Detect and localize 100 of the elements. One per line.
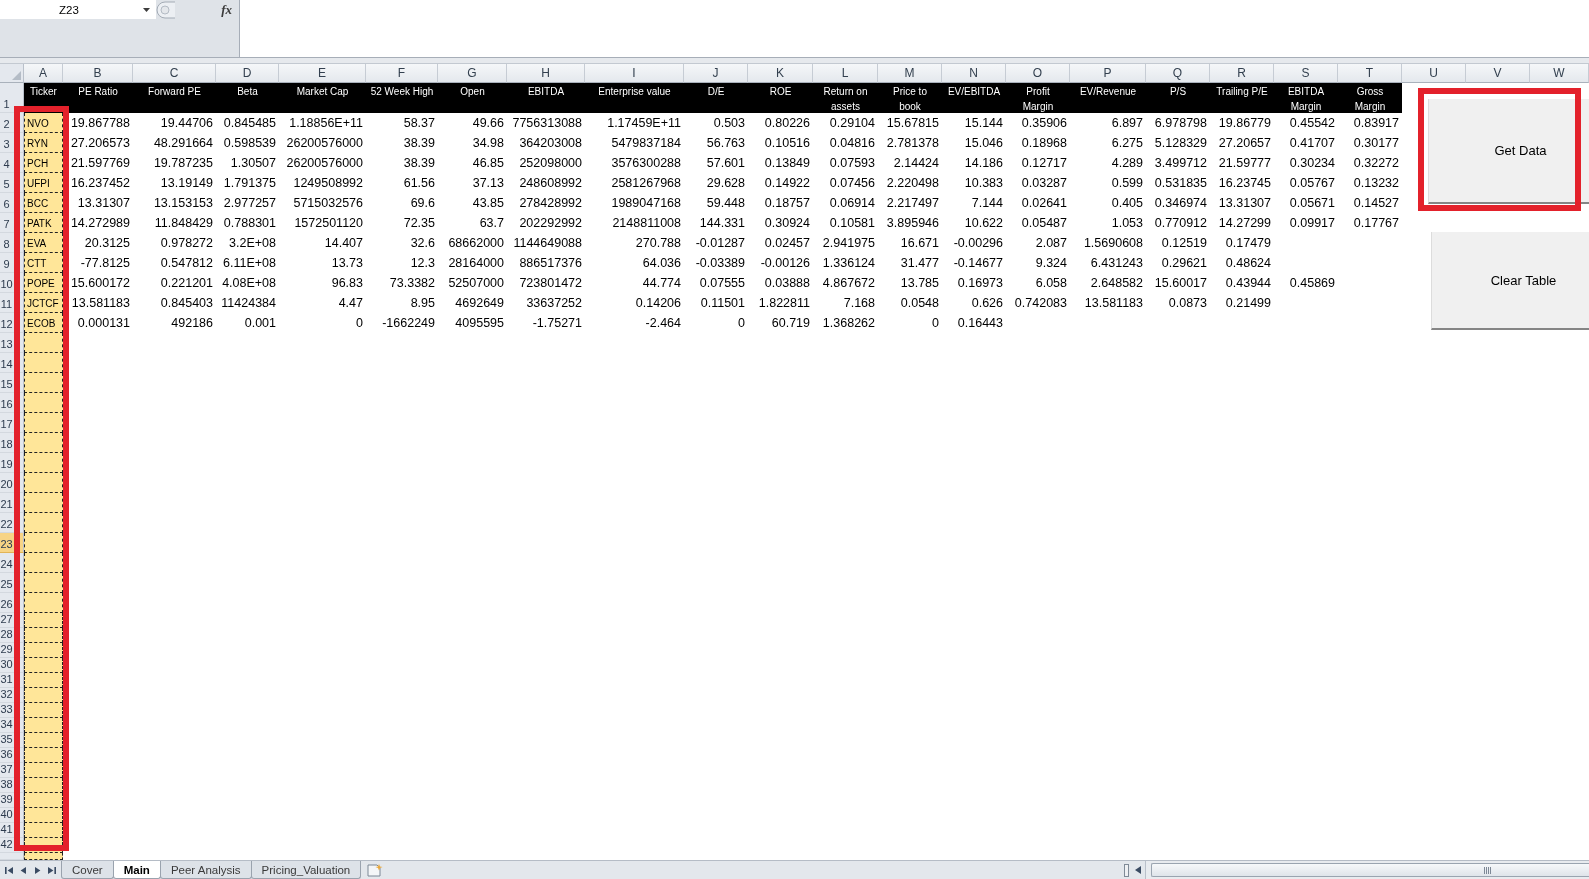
table-cell-text: 28164000: [447, 255, 505, 272]
table-cell: [24, 778, 63, 793]
table-cell-text: 0.13849: [763, 155, 811, 172]
table-cell-text: 6.058: [1034, 275, 1068, 292]
column-header[interactable]: G: [438, 64, 507, 83]
table-cell-text: 6.978798: [1153, 115, 1208, 132]
table-cell-text: 2.217497: [885, 195, 940, 212]
scroll-left-icon[interactable]: [1135, 866, 1141, 874]
table-cell-text: 0.07555: [698, 275, 746, 292]
table-cell: [24, 533, 63, 553]
table-cell-text: 0.80226: [763, 115, 811, 132]
table-cell-text: 64.036: [641, 255, 682, 272]
table-cell-text: 96.83: [330, 275, 364, 292]
table-cell-text: 0.02641: [1020, 195, 1068, 212]
header-cell: EBITDA Margin: [1274, 83, 1338, 113]
grip-icon[interactable]: [156, 0, 176, 19]
formula-input[interactable]: [240, 0, 1589, 57]
caret-icon[interactable]: [143, 8, 150, 12]
table-cell-text: 1.17459E+11: [606, 115, 682, 132]
table-cell-text: 492186: [170, 315, 214, 332]
table-cell-text: 0.14206: [634, 295, 682, 312]
column-header[interactable]: V: [1466, 64, 1530, 83]
table-cell: UFPI: [24, 173, 63, 193]
table-cell-text: 14.272989: [69, 215, 131, 232]
table-cell-text: 15.60017: [1153, 275, 1208, 292]
column-header[interactable]: Q: [1146, 64, 1210, 83]
row-header[interactable]: 1: [0, 83, 24, 113]
table-cell-text: 0.12717: [1020, 155, 1068, 172]
macro-button[interactable]: Get Data: [1428, 99, 1589, 204]
table-cell-text: 73.3382: [388, 275, 436, 292]
table-cell-text: 10.383: [963, 175, 1004, 192]
insert-function-button[interactable]: fx: [221, 2, 232, 17]
column-header[interactable]: I: [585, 64, 684, 83]
table-cell-text: 69.6: [409, 195, 436, 212]
table-cell: [24, 453, 63, 473]
name-box[interactable]: Z23: [0, 0, 156, 19]
table-cell-text: 9.324: [1034, 255, 1068, 272]
column-header[interactable]: A: [24, 64, 63, 83]
select-all-button[interactable]: [0, 64, 24, 83]
table-cell-text: -0.14677: [952, 255, 1004, 272]
skip-left-icon[interactable]: [5, 865, 14, 875]
column-header[interactable]: D: [216, 64, 279, 83]
table-cell-text: 29.628: [705, 175, 746, 192]
table-cell-text: 57.601: [705, 155, 746, 172]
table-cell-text: 16.671: [899, 235, 940, 252]
sheet-tab[interactable]: Pricing_Valuation: [250, 861, 362, 879]
column-header[interactable]: M: [878, 64, 942, 83]
column-header[interactable]: J: [684, 64, 748, 83]
table-cell-text: 16.23745: [1217, 175, 1272, 192]
table-cell-text: 0.30177: [1352, 135, 1400, 152]
table-cell-text: 68662000: [447, 235, 505, 252]
table-cell-text: 0: [737, 315, 746, 332]
table-cell: [24, 413, 63, 433]
column-header[interactable]: R: [1210, 64, 1274, 83]
column-header[interactable]: E: [279, 64, 366, 83]
column-header[interactable]: U: [1402, 64, 1466, 83]
column-header[interactable]: H: [507, 64, 585, 83]
triangle-right-icon[interactable]: [33, 865, 42, 875]
column-header[interactable]: N: [942, 64, 1006, 83]
column-header[interactable]: O: [1006, 64, 1070, 83]
table-cell-text: 60.719: [770, 315, 811, 332]
table-cell-text: -0.00296: [952, 235, 1004, 252]
table-cell-text: 0.17767: [1352, 215, 1400, 232]
table-cell-text: 0.48624: [1224, 255, 1272, 272]
column-header[interactable]: B: [63, 64, 133, 83]
table-cell-text: 0.10581: [828, 215, 876, 232]
table-cell-text: 0.13232: [1352, 175, 1400, 192]
sheet-tab[interactable]: Main: [112, 861, 161, 879]
table-cell-text: 13.581183: [70, 295, 131, 312]
column-header[interactable]: C: [133, 64, 216, 83]
macro-button[interactable]: Clear Table: [1431, 232, 1589, 330]
table-cell-text: 2.087: [1034, 235, 1068, 252]
table-cell-text: 0.41707: [1288, 135, 1336, 152]
table-cell-text: 0.0873: [1167, 295, 1208, 312]
column-header[interactable]: P: [1070, 64, 1146, 83]
skip-right-icon[interactable]: [47, 865, 56, 875]
sheet-tab[interactable]: Cover: [61, 861, 114, 879]
column-header[interactable]: W: [1530, 64, 1589, 83]
table-cell-text: 0.503: [712, 115, 746, 132]
column-header[interactable]: T: [1338, 64, 1402, 83]
column-header[interactable]: K: [748, 64, 813, 83]
table-cell: [24, 793, 63, 808]
table-cell-text: 0: [355, 315, 364, 332]
table-cell-text: 14.27299: [1217, 215, 1272, 232]
scrollbar-thumb[interactable]: [1151, 863, 1589, 877]
table-cell-text: 1572501120: [293, 215, 364, 232]
table-cell-text: 5715032576: [292, 195, 364, 212]
table-cell-text: 59.448: [705, 195, 746, 212]
triangle-left-icon[interactable]: [19, 865, 28, 875]
column-header[interactable]: F: [366, 64, 438, 83]
table-cell-text: 6.11E+08: [222, 255, 277, 272]
table-cell-text: 0.626: [970, 295, 1004, 312]
table-cell-text: 1.791375: [222, 175, 277, 192]
split-handle[interactable]: [1124, 863, 1129, 877]
table-cell-text: 11.848429: [153, 215, 214, 232]
table-cell-text: 2.941975: [821, 235, 876, 252]
column-header[interactable]: L: [813, 64, 878, 83]
sheet-tab[interactable]: Peer Analysis: [159, 861, 252, 879]
column-header[interactable]: S: [1274, 64, 1338, 83]
table-cell-text: 3.2E+08: [228, 235, 277, 252]
